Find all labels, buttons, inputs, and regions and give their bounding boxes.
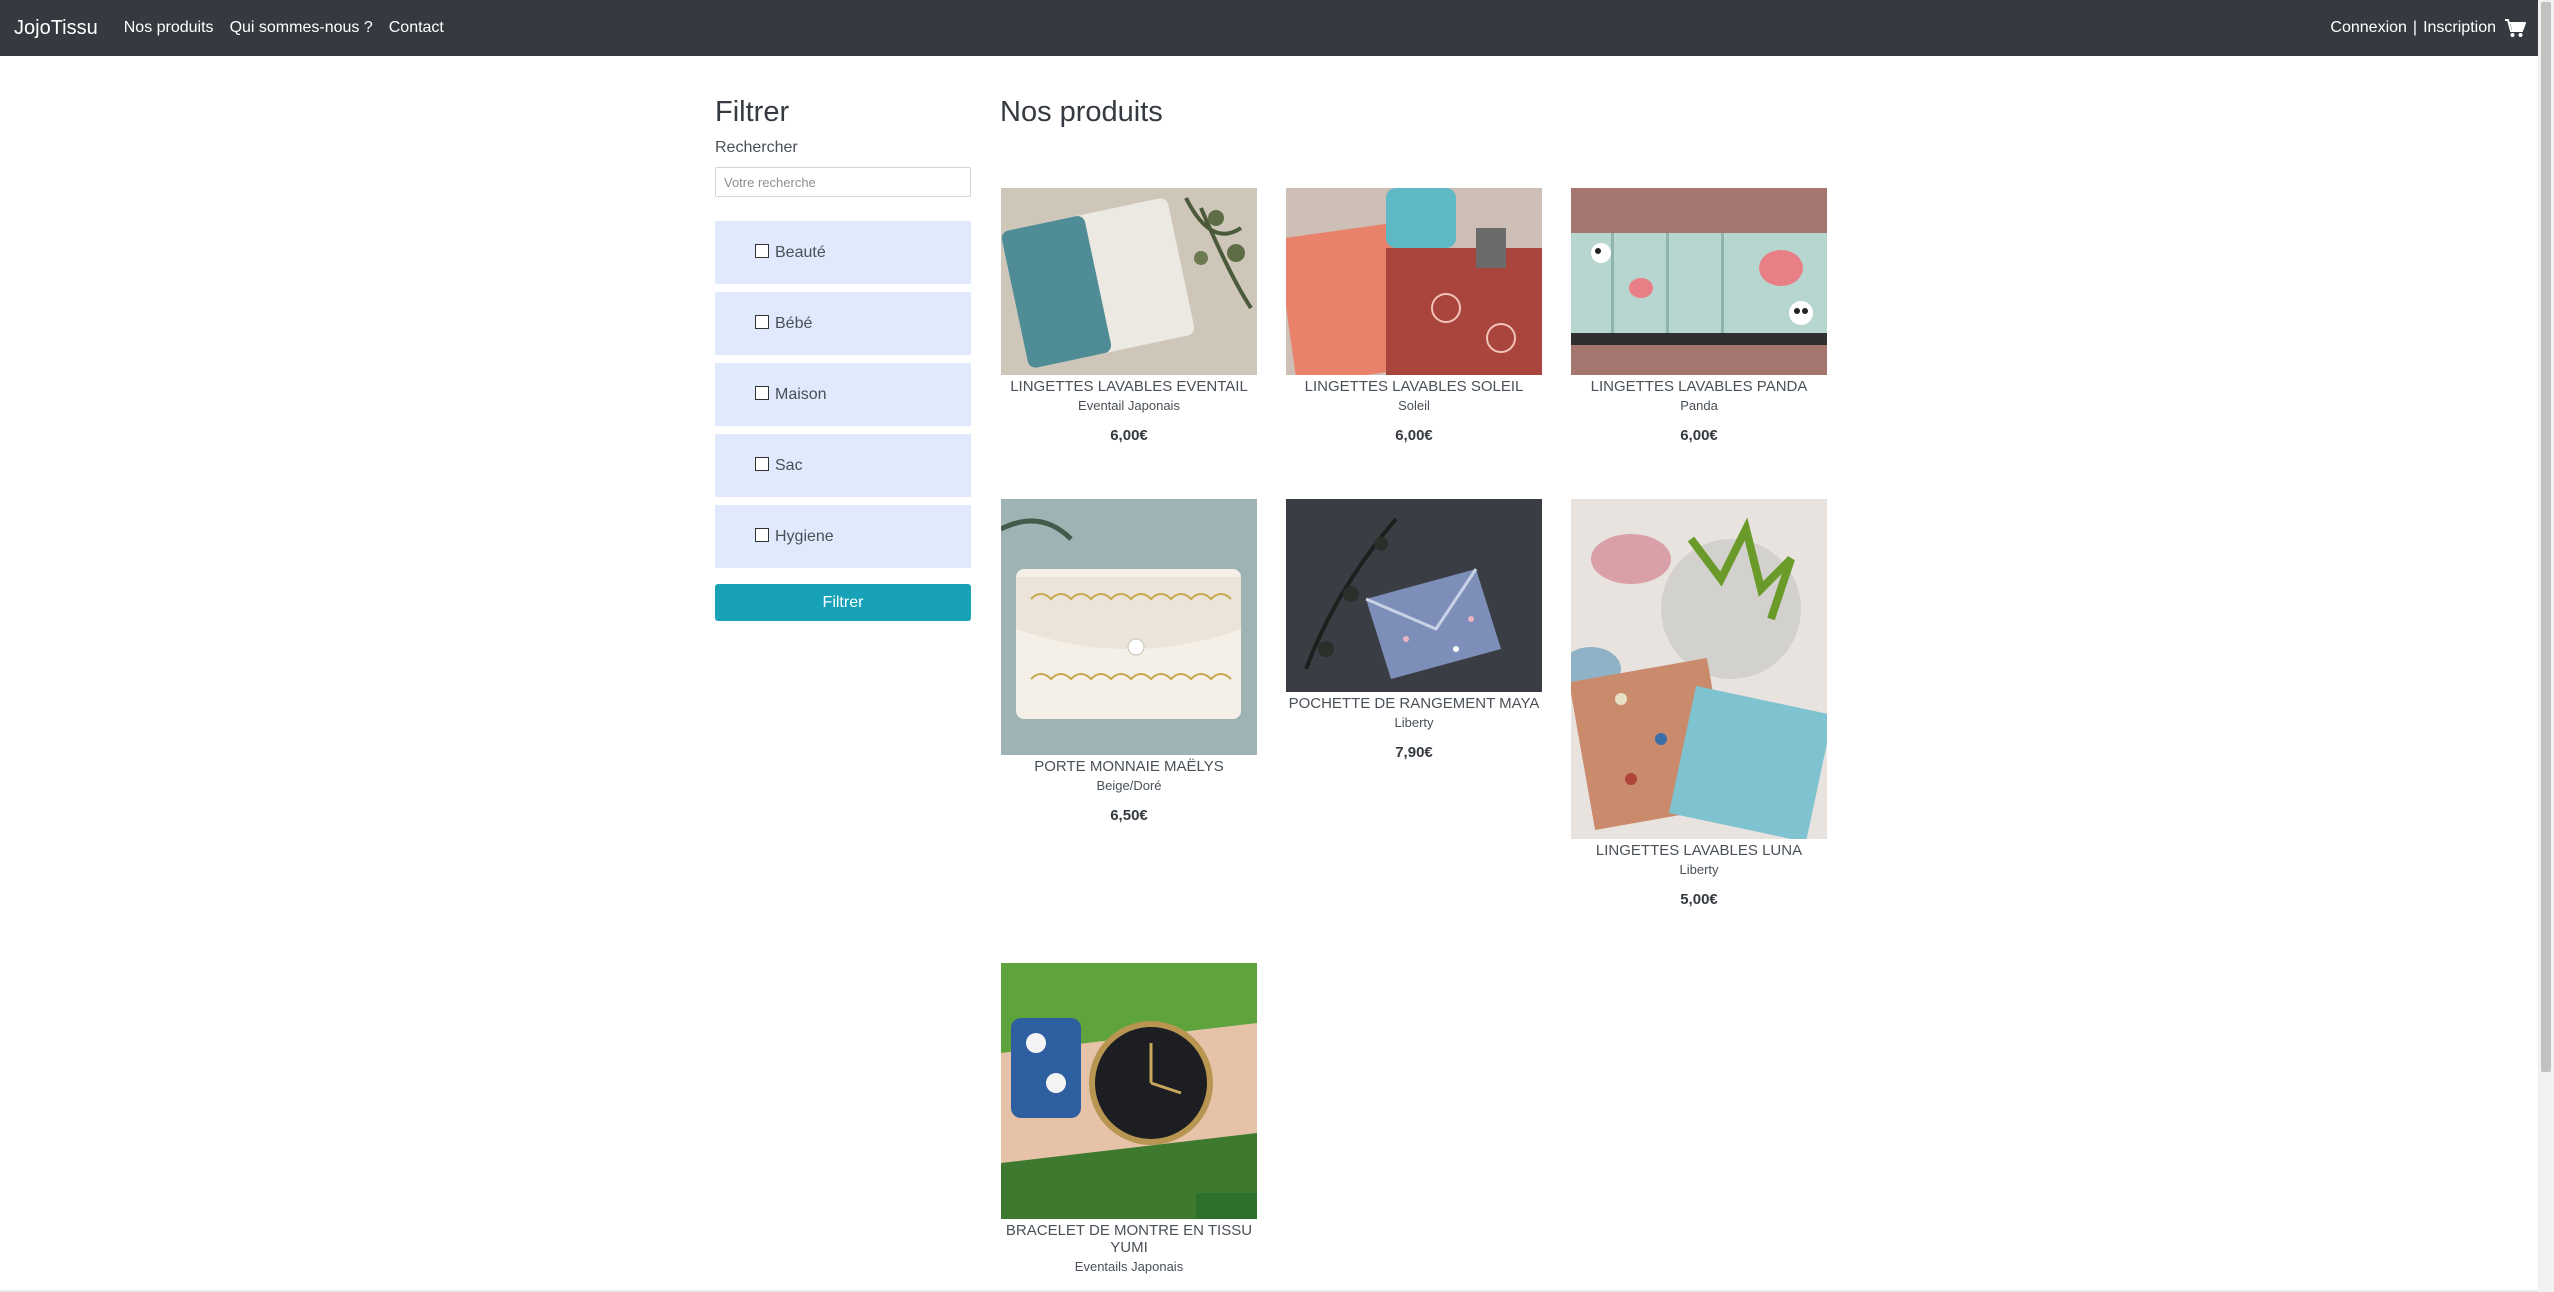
category-hygiene[interactable]: Hygiene xyxy=(715,505,971,568)
product-name[interactable]: PORTE MONNAIE MAËLYS xyxy=(1001,758,1257,775)
product-name[interactable]: LINGETTES LAVABLES PANDA xyxy=(1571,378,1827,395)
category-sac[interactable]: Sac xyxy=(715,434,971,497)
product-card[interactable]: PORTE MONNAIE MAËLYS Beige/Doré 6,50€ xyxy=(1001,499,1257,824)
product-card[interactable]: POCHETTE DE RANGEMENT MAYA Liberty 7,90€ xyxy=(1286,499,1542,761)
product-name[interactable]: LINGETTES LAVABLES LUNA xyxy=(1571,842,1827,859)
product-variant: Eventails Japonais xyxy=(1074,1259,1184,1274)
nav-link-products[interactable]: Nos produits xyxy=(124,19,214,37)
filter-title: Filtrer xyxy=(715,96,790,128)
nav-link-contact[interactable]: Contact xyxy=(389,19,444,37)
link-separator: | xyxy=(2412,19,2418,36)
product-name[interactable]: LINGETTES LAVABLES EVENTAIL xyxy=(1001,378,1257,395)
product-image[interactable] xyxy=(1001,963,1257,1219)
product-variant: Liberty xyxy=(1394,715,1434,730)
product-image[interactable] xyxy=(1571,188,1827,375)
brand-logo[interactable]: JojoTissu xyxy=(14,17,98,40)
product-price: 6,00€ xyxy=(1680,427,1718,444)
product-name[interactable]: LINGETTES LAVABLES SOLEIL xyxy=(1286,378,1542,395)
product-card[interactable]: LINGETTES LAVABLES PANDA Panda 6,00€ xyxy=(1571,188,1827,444)
product-image[interactable] xyxy=(1286,499,1542,692)
page-title: Nos produits xyxy=(1000,96,1163,128)
product-variant: Eventail Japonais xyxy=(1078,398,1180,413)
category-label: Hygiene xyxy=(775,527,834,545)
product-image[interactable] xyxy=(1001,499,1257,755)
scrollbar[interactable] xyxy=(2538,0,2554,1292)
category-maison[interactable]: Maison xyxy=(715,363,971,426)
register-link[interactable]: Inscription xyxy=(2423,19,2496,37)
category-bebe[interactable]: Bébé xyxy=(715,292,971,355)
product-card[interactable]: LINGETTES LAVABLES EVENTAIL Eventail Jap… xyxy=(1001,188,1257,444)
checkbox[interactable] xyxy=(755,527,769,542)
search-label: Rechercher xyxy=(715,139,798,156)
product-image[interactable] xyxy=(1286,188,1542,375)
checkbox[interactable] xyxy=(755,243,769,258)
search-input[interactable] xyxy=(715,167,971,197)
product-variant: Panda xyxy=(1680,398,1718,413)
product-price: 7,90€ xyxy=(1395,744,1433,761)
filter-sidebar: Filtrer Rechercher Beauté Bébé Maison Sa… xyxy=(715,96,971,621)
product-price: 6,00€ xyxy=(1110,427,1148,444)
product-card[interactable]: BRACELET DE MONTRE EN TISSU YUMI Eventai… xyxy=(1001,963,1257,1274)
product-card[interactable]: LINGETTES LAVABLES SOLEIL Soleil 6,00€ xyxy=(1286,188,1542,444)
account-links: Connexion | Inscription xyxy=(2330,18,2526,38)
category-label: Sac xyxy=(775,456,803,474)
top-navbar: JojoTissu Nos produits Qui sommes-nous ?… xyxy=(0,0,2538,56)
category-label: Bébé xyxy=(775,314,813,332)
product-price: 6,50€ xyxy=(1110,807,1148,824)
filter-button[interactable]: Filtrer xyxy=(715,584,971,621)
product-variant: Beige/Doré xyxy=(1096,778,1162,793)
category-list: Beauté Bébé Maison Sac Hygiene xyxy=(715,221,971,568)
cart-icon[interactable] xyxy=(2504,18,2526,38)
product-variant: Liberty xyxy=(1679,862,1719,877)
category-label: Beauté xyxy=(775,243,826,261)
product-name[interactable]: POCHETTE DE RANGEMENT MAYA xyxy=(1286,695,1542,712)
product-name[interactable]: BRACELET DE MONTRE EN TISSU YUMI xyxy=(1001,1222,1257,1256)
checkbox[interactable] xyxy=(755,385,769,400)
category-label: Maison xyxy=(775,385,827,403)
product-image[interactable] xyxy=(1001,188,1257,375)
scrollbar-thumb[interactable] xyxy=(2541,2,2551,1072)
category-beaute[interactable]: Beauté xyxy=(715,221,971,284)
product-image[interactable] xyxy=(1571,499,1827,839)
checkbox[interactable] xyxy=(755,456,769,471)
product-price: 5,00€ xyxy=(1680,891,1718,908)
product-price: 6,00€ xyxy=(1395,427,1433,444)
login-link[interactable]: Connexion xyxy=(2330,19,2407,37)
product-variant: Soleil xyxy=(1398,398,1430,413)
checkbox[interactable] xyxy=(755,314,769,329)
nav-link-about[interactable]: Qui sommes-nous ? xyxy=(230,19,373,37)
product-card[interactable]: LINGETTES LAVABLES LUNA Liberty 5,00€ xyxy=(1571,499,1827,908)
